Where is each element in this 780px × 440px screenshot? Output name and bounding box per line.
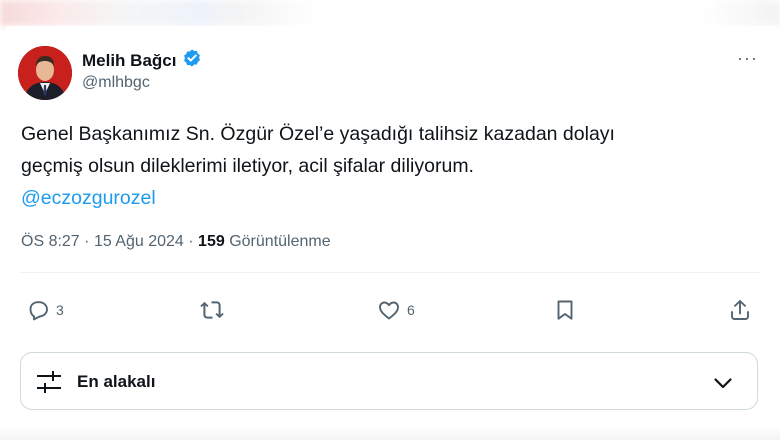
tweet-text: Genel Başkanımız Sn. Özgür Özel’e yaşadı… <box>21 118 741 214</box>
bookmark-button[interactable] <box>553 290 577 330</box>
author-handle[interactable]: @mlhbgc <box>82 74 150 92</box>
like-count: 6 <box>407 302 415 318</box>
tweet-time[interactable]: ÖS 8:27 <box>21 233 80 250</box>
sort-label: En alakalı <box>77 372 156 391</box>
reply-button[interactable]: 3 <box>26 290 64 330</box>
retweet-button[interactable] <box>200 290 230 330</box>
meta-separator: · <box>84 233 94 250</box>
verified-badge-icon <box>182 48 202 73</box>
author-name-row[interactable]: Melih Bağcı <box>82 48 202 73</box>
filter-sliders-icon <box>37 371 61 393</box>
heart-icon <box>379 301 399 320</box>
sort-replies-dropdown[interactable]: En alakalı <box>20 352 758 410</box>
tweet-text-line-2: geçmiş olsun dileklerimi iletiyor, acil … <box>21 155 474 177</box>
like-button[interactable]: 6 <box>377 290 415 330</box>
tweet-meta: ÖS 8:27 · 15 Ağu 2024 · 159 Görüntülenme <box>21 233 331 251</box>
reply-count: 3 <box>56 302 64 318</box>
bookmark-icon <box>557 300 573 320</box>
more-options-icon[interactable]: ··· <box>737 48 758 69</box>
meta-separator: · <box>188 233 199 250</box>
view-count-label: Görüntülenme <box>229 233 331 250</box>
top-blurred-strip <box>0 0 780 26</box>
mention-link[interactable]: @eczozgurozel <box>21 182 741 214</box>
view-count: 159 <box>198 233 225 250</box>
tweet-text-line-1: Genel Başkanımız Sn. Özgür Özel’e yaşadı… <box>21 123 615 145</box>
bottom-fade <box>0 426 780 440</box>
share-button[interactable] <box>728 290 752 330</box>
tweet-date[interactable]: 15 Ağu 2024 <box>94 233 184 250</box>
avatar[interactable] <box>18 46 72 100</box>
author-name[interactable]: Melih Bağcı <box>82 51 176 71</box>
avatar-photo <box>18 46 72 100</box>
retweet-icon <box>200 301 224 319</box>
share-icon <box>731 300 749 320</box>
reply-icon <box>29 301 48 321</box>
divider <box>20 272 760 273</box>
chevron-down-icon <box>714 378 732 389</box>
action-bar: 3 6 <box>0 290 780 330</box>
